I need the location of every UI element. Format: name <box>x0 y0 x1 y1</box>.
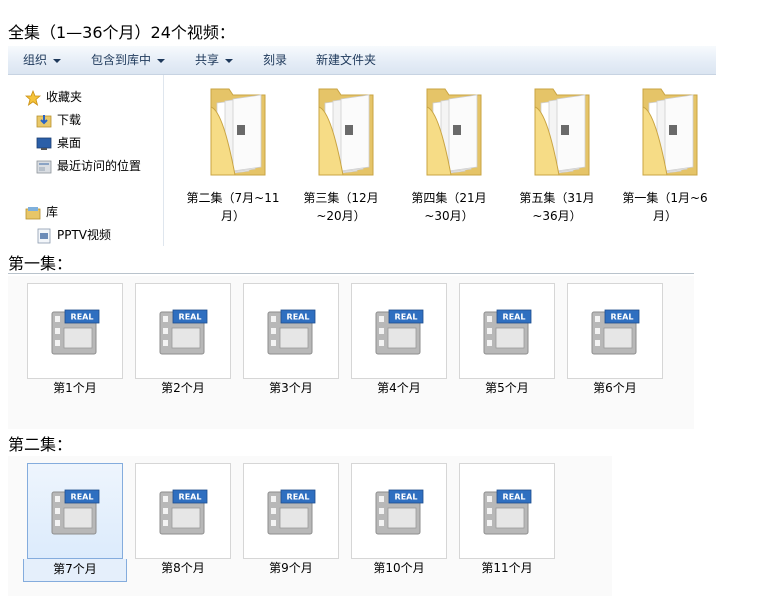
video-file-label: 第10个月 <box>373 561 425 575</box>
chevron-down-icon <box>157 58 166 63</box>
desktop-icon <box>36 137 52 150</box>
real-video-icon: REAL <box>51 489 100 535</box>
include-library-button[interactable]: 包含到库中 <box>91 46 166 74</box>
video-thumbnail: REAL <box>351 283 447 379</box>
video-thumbnail: REAL <box>135 463 231 559</box>
svg-text:REAL: REAL <box>179 493 202 502</box>
nav-item-downloads[interactable]: 下载 <box>36 111 81 129</box>
video-file-label: 第11个月 <box>481 561 533 575</box>
section1-divider <box>8 273 694 274</box>
folder-label-line: 月） <box>652 209 677 223</box>
real-video-icon: REAL <box>375 309 424 355</box>
real-video-icon: REAL <box>483 309 532 355</box>
video-thumbnail: REAL <box>459 283 555 379</box>
folder-label-line: ~36月） <box>532 209 582 223</box>
video-thumbnail: REAL <box>135 283 231 379</box>
folder-icon <box>534 88 590 176</box>
real-video-icon: REAL <box>591 309 640 355</box>
video-file-label: 第1个月 <box>53 381 97 395</box>
svg-text:REAL: REAL <box>395 313 418 322</box>
nav-item-desktop[interactable]: 桌面 <box>36 134 81 152</box>
video-thumbnail: REAL <box>567 283 663 379</box>
real-video-icon: REAL <box>483 489 532 535</box>
star-icon <box>25 89 41 106</box>
section2-video-grid: REAL 第7个月 REAL 第8个月 REAL 第9个月 REAL 第10个月 REAL 第11… <box>8 456 612 596</box>
video-thumbnail: REAL <box>459 463 555 559</box>
new-folder-button[interactable]: 新建文件夹 <box>316 46 376 74</box>
folder-label: 第一集（1月~6 月） <box>613 189 716 225</box>
real-video-icon: REAL <box>375 489 424 535</box>
folder-content-pane: 第二集（7月~11 月） 第三集（12月 ~20月） 第四集（21月 ~30月） 第五集（3… <box>164 75 716 246</box>
svg-text:REAL: REAL <box>503 313 526 322</box>
video-file-label: 第8个月 <box>161 561 205 575</box>
folder-label-line: ~30月） <box>424 209 474 223</box>
svg-text:REAL: REAL <box>71 493 94 502</box>
folder-label-line: 第二集（7月~11 <box>186 191 280 205</box>
folder-label-line: ~20月） <box>316 209 366 223</box>
chevron-down-icon <box>225 58 234 63</box>
svg-text:REAL: REAL <box>287 493 310 502</box>
folder-label-line: 月） <box>220 209 245 223</box>
folder-icon <box>318 88 374 176</box>
navigation-pane: 收藏夹 下载 桌面 最近访问的位置 库 PPTV视频 <box>8 75 164 246</box>
svg-text:REAL: REAL <box>287 313 310 322</box>
folder-label-line: 第五集（31月 <box>519 191 595 205</box>
video-thumbnail: REAL <box>243 283 339 379</box>
burn-button[interactable]: 刻录 <box>263 46 287 74</box>
video-file-label: 第4个月 <box>377 381 421 395</box>
nav-item-libraries[interactable]: 库 <box>25 203 58 221</box>
folder-label-line: 第一集（1月~6 <box>622 191 708 205</box>
page-heading: 全集（1—36个月）24个视频： <box>8 23 235 42</box>
video-thumbnail: REAL <box>27 463 123 559</box>
share-button[interactable]: 共享 <box>195 46 234 74</box>
folder-label-line: 第四集（21月 <box>411 191 487 205</box>
folder-icon <box>642 88 698 176</box>
svg-text:REAL: REAL <box>395 493 418 502</box>
video-thumbnail: REAL <box>243 463 339 559</box>
folder-icon <box>426 88 482 176</box>
real-video-icon: REAL <box>159 309 208 355</box>
section1-title: 第一集： <box>8 254 73 273</box>
real-video-icon: REAL <box>51 309 100 355</box>
folder-label: 第三集（12月 ~20月） <box>289 189 393 225</box>
svg-text:REAL: REAL <box>71 313 94 322</box>
svg-text:REAL: REAL <box>179 313 202 322</box>
explorer-toolbar: 组织 包含到库中 共享 刻录 新建文件夹 <box>8 46 716 75</box>
section1-video-grid: REAL 第1个月 REAL 第2个月 REAL 第3个月 REAL 第4个月 REAL 第5个月… <box>8 276 694 429</box>
explorer-window: 组织 包含到库中 共享 刻录 新建文件夹 收藏夹 下载 桌面 最近访问的位置 库… <box>8 46 716 246</box>
section2-title: 第二集： <box>8 435 73 454</box>
video-file-label: 第9个月 <box>269 561 313 575</box>
svg-text:REAL: REAL <box>611 313 634 322</box>
chevron-down-icon <box>53 58 62 63</box>
download-folder-icon <box>36 114 52 127</box>
video-file-label: 第7个月 <box>23 559 127 582</box>
folder-label-line: 第三集（12月 <box>303 191 379 205</box>
nav-item-pptv[interactable]: PPTV视频 <box>36 226 111 244</box>
video-thumbnail: REAL <box>351 463 447 559</box>
library-icon <box>25 206 41 219</box>
recent-places-icon <box>36 160 52 173</box>
video-file-label: 第6个月 <box>593 381 637 395</box>
nav-item-favorites[interactable]: 收藏夹 <box>25 88 82 106</box>
video-thumbnail: REAL <box>27 283 123 379</box>
video-file-label: 第3个月 <box>269 381 313 395</box>
folder-label: 第二集（7月~11 月） <box>181 189 285 225</box>
video-file-label: 第2个月 <box>161 381 205 395</box>
folder-label: 第五集（31月 ~36月） <box>505 189 609 225</box>
svg-text:REAL: REAL <box>503 493 526 502</box>
organize-button[interactable]: 组织 <box>23 46 62 74</box>
video-library-icon <box>37 228 51 243</box>
folder-label: 第四集（21月 ~30月） <box>397 189 501 225</box>
folder-icon <box>210 88 266 176</box>
real-video-icon: REAL <box>267 309 316 355</box>
nav-item-recent-places[interactable]: 最近访问的位置 <box>36 157 141 175</box>
video-file-label: 第5个月 <box>485 381 529 395</box>
real-video-icon: REAL <box>159 489 208 535</box>
real-video-icon: REAL <box>267 489 316 535</box>
